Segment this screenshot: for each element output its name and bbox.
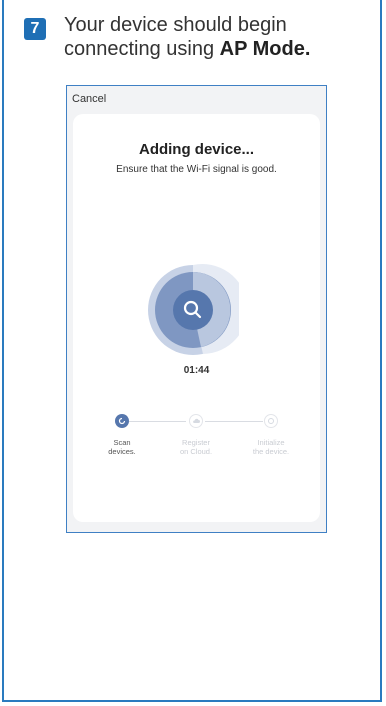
refresh-icon bbox=[118, 417, 126, 425]
step-connector-2 bbox=[205, 421, 263, 422]
instruction-text-bold: AP Mode. bbox=[219, 38, 311, 60]
page-subtitle: Ensure that the Wi-Fi signal is good. bbox=[116, 164, 277, 175]
step-initialize-label: Initialize the device. bbox=[252, 438, 290, 456]
step-number-badge: 7 bbox=[24, 18, 46, 40]
step-register-indicator bbox=[189, 414, 203, 428]
initialize-icon bbox=[268, 418, 274, 424]
scanning-radar bbox=[148, 264, 239, 355]
page-title: Adding device... bbox=[138, 141, 255, 158]
cloud-icon bbox=[193, 418, 200, 423]
phone-screenshot: Cancel Adding device... Ensure that the … bbox=[66, 85, 327, 533]
instruction-text: Your device should begin connecting usin… bbox=[64, 13, 364, 61]
adding-device-card: Adding device... Ensure that the Wi-Fi s… bbox=[73, 114, 320, 522]
radar-center bbox=[173, 290, 213, 330]
step-scan-indicator bbox=[115, 414, 129, 428]
step-initialize-indicator bbox=[264, 414, 278, 428]
step-scan-label: Scan devices. bbox=[108, 438, 136, 456]
countdown-timer: 01:44 bbox=[183, 365, 210, 376]
progress-steps: Scan devices. Register on Cloud. Initializ… bbox=[73, 414, 320, 474]
cancel-button[interactable]: Cancel bbox=[72, 93, 106, 105]
step-connector-1 bbox=[129, 421, 186, 422]
step-register-label: Register on Cloud. bbox=[179, 438, 213, 456]
